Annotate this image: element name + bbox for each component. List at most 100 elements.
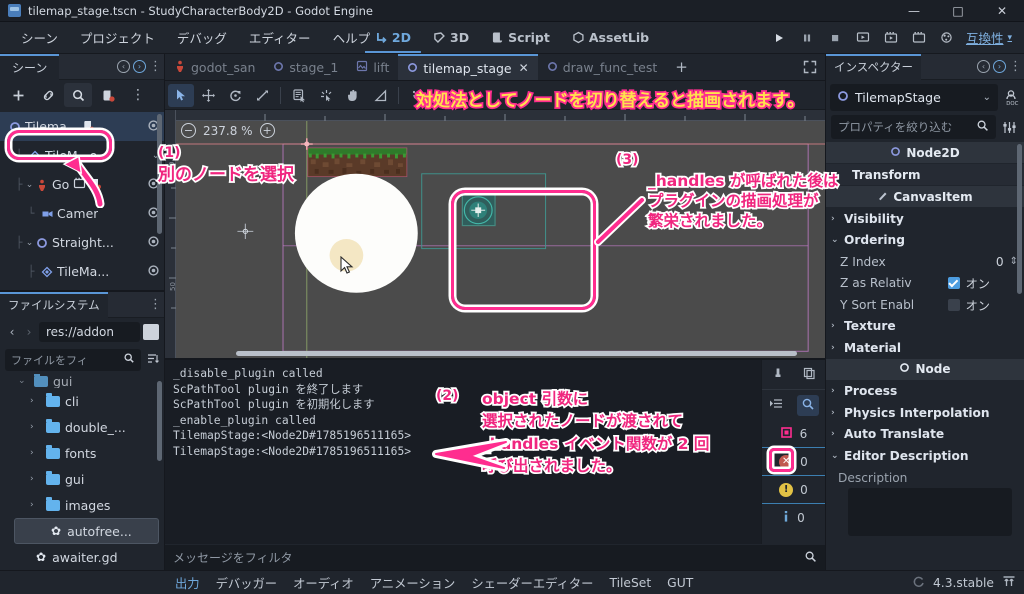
checkbox-icon[interactable]	[947, 277, 960, 290]
property-group-texture[interactable]: › Texture	[826, 316, 1024, 338]
property-group-process[interactable]: › Process	[826, 381, 1024, 403]
scene-tab-draw_func_test[interactable]: draw_func_test	[538, 54, 667, 80]
scene-options-icon[interactable]: ⋮	[124, 83, 152, 107]
attach-script-icon[interactable]	[94, 83, 122, 107]
zoom-out-icon[interactable]: −	[181, 123, 196, 138]
property-group-physics-interpolation[interactable]: › Physics Interpolation	[826, 402, 1024, 424]
property-group-auto-translate[interactable]: › Auto Translate	[826, 424, 1024, 446]
zoom-level-label[interactable]: 237.8 %	[203, 124, 253, 138]
tab-assetlib[interactable]: AssetLib	[562, 22, 659, 53]
menu-editor[interactable]: エディター	[238, 24, 322, 51]
file-tree-item-5[interactable]: › images	[0, 492, 164, 518]
property-z-index[interactable]: Z Index 0 ⇕	[826, 251, 1024, 273]
clear-output-icon[interactable]	[771, 366, 785, 383]
output-counter-errors[interactable]: ✕ 0	[762, 448, 825, 476]
expand-bottom-panel-icon[interactable]	[1002, 574, 1016, 591]
scene-tab-tilemap_stage[interactable]: tilemap_stage ✕	[398, 54, 538, 80]
play-custom-icon[interactable]	[878, 26, 904, 50]
maximize-button[interactable]: □	[936, 0, 980, 22]
copy-output-icon[interactable]	[802, 366, 816, 383]
checkbox-icon[interactable]	[947, 298, 960, 311]
scene-tab-lift[interactable]: lift	[347, 54, 398, 80]
file-tree[interactable]: ⌄ gui › cli › double_... › fonts › gui ›…	[0, 373, 164, 570]
expand-caret-icon[interactable]: ⌄	[24, 180, 35, 190]
file-filter-input[interactable]: ファイルをフィ	[5, 348, 141, 371]
bottom-tab-output[interactable]: 出力	[175, 574, 200, 592]
bottom-tab-animation[interactable]: アニメーション	[370, 574, 456, 592]
movie-writer-icon[interactable]	[906, 26, 932, 50]
dock-menu-icon[interactable]: ⋮	[149, 298, 162, 311]
chevron-down-icon[interactable]: ⌄	[983, 92, 991, 103]
scene-tab-stage_1[interactable]: stage_1	[264, 54, 347, 80]
file-tree-item-1[interactable]: › cli	[0, 388, 164, 414]
bottom-tab-debugger[interactable]: デバッガー	[216, 574, 278, 592]
output-counter-info[interactable]: 0	[762, 504, 825, 532]
search-icon[interactable]	[976, 119, 989, 135]
select-mode-icon[interactable]	[168, 83, 194, 107]
inspector-dock-tab[interactable]: インスペクター	[826, 53, 922, 80]
file-tree-item-4[interactable]: › gui	[0, 466, 164, 492]
scene-instance-icon[interactable]	[73, 177, 86, 192]
tab-3d[interactable]: 3D	[423, 22, 479, 53]
sort-options-icon[interactable]	[145, 352, 159, 368]
back-icon[interactable]: ‹	[5, 325, 19, 339]
move-mode-icon[interactable]	[195, 84, 221, 107]
search-output-icon[interactable]	[796, 394, 819, 416]
close-scene-tab-icon[interactable]: ✕	[519, 61, 529, 75]
file-tree-scrollbar[interactable]	[157, 381, 162, 461]
file-tree-item-7[interactable]: ✿ awaiter.gd	[0, 544, 164, 570]
add-child-node-icon[interactable]	[4, 83, 32, 107]
scene-tree-item-2[interactable]: ├ ⌄ Go	[0, 170, 164, 199]
debug-collision-icon[interactable]	[934, 26, 960, 50]
pause-icon[interactable]	[794, 26, 820, 50]
expand-caret-icon[interactable]: ›	[30, 474, 41, 484]
file-tree-item-0[interactable]: ⌄ gui	[0, 374, 164, 388]
smart-snap-icon[interactable]	[404, 84, 430, 107]
ruler-mode-icon[interactable]	[313, 84, 339, 107]
close-button[interactable]: ✕	[980, 0, 1024, 22]
ruler-tool-icon[interactable]	[367, 84, 393, 107]
output-filter-bar[interactable]: メッセージをフィルタ	[165, 544, 825, 570]
property-group-editor-description[interactable]: ⌄ Editor Description	[826, 445, 1024, 467]
menu-debug[interactable]: デバッグ	[166, 24, 238, 51]
visibility-toggle-icon[interactable]	[147, 264, 160, 280]
instantiate-scene-icon[interactable]	[34, 83, 62, 107]
property-filter-input[interactable]: プロパティを絞り込む	[831, 115, 996, 139]
2d-viewport[interactable]: 0 50 − 237.8 % +	[165, 110, 825, 358]
description-textarea[interactable]	[848, 487, 1012, 536]
scene-dock-tab[interactable]: シーン	[0, 53, 60, 80]
inspector-node-selector[interactable]: TilemapStage ⌄	[830, 84, 998, 111]
new-scene-tab-button[interactable]: +	[666, 54, 697, 80]
play-icon[interactable]	[766, 26, 792, 50]
stop-icon[interactable]	[822, 26, 848, 50]
expand-caret-icon[interactable]: ⌄	[18, 376, 29, 386]
rotate-mode-icon[interactable]	[222, 84, 248, 107]
inspector-scrollbar[interactable]	[1017, 144, 1022, 294]
scene-tree-item-3[interactable]: └ Camer	[0, 199, 164, 228]
scene-tree-item-6[interactable]: └ StartP...	[0, 286, 164, 290]
inspector-tools-icon[interactable]	[1000, 116, 1019, 138]
script-indicator-icon[interactable]	[89, 177, 102, 193]
file-tree-item-6[interactable]: ✿ autofree...	[14, 518, 159, 544]
expand-caret-icon[interactable]: ⌄	[24, 238, 35, 248]
path-field[interactable]: res://addon	[39, 322, 140, 342]
collapse-output-icon[interactable]	[769, 397, 784, 414]
forward-icon[interactable]: ›	[22, 325, 36, 339]
menu-scene[interactable]: シーン	[10, 24, 69, 51]
file-tree-item-2[interactable]: › double_...	[0, 414, 164, 440]
output-counter-messages[interactable]: 6	[762, 420, 825, 448]
pan-mode-icon[interactable]	[340, 84, 366, 107]
next-dock-icon[interactable]: ›	[993, 60, 1006, 73]
dock-menu-icon[interactable]: ⋮	[149, 60, 162, 73]
run-scene-icon[interactable]	[850, 26, 876, 50]
next-dock-icon[interactable]: ›	[133, 60, 146, 73]
scene-tree-item-1[interactable]: ├ TileM...o... ⌄	[0, 141, 164, 170]
viewport-horizontal-scrollbar[interactable]	[236, 351, 797, 356]
viewport-canvas[interactable]	[176, 121, 825, 358]
scene-tree-item-4[interactable]: ├ ⌄ Straight...	[0, 228, 164, 257]
filesystem-dock-tab[interactable]: ファイルシステム	[0, 291, 108, 318]
bottom-tab-gut[interactable]: GUT	[667, 576, 693, 590]
tab-2d[interactable]: 2D	[365, 22, 421, 53]
property-list[interactable]: Node2D Transform CanvasItem › Visibility…	[826, 142, 1024, 570]
toggle-split-mode-icon[interactable]	[143, 324, 159, 340]
